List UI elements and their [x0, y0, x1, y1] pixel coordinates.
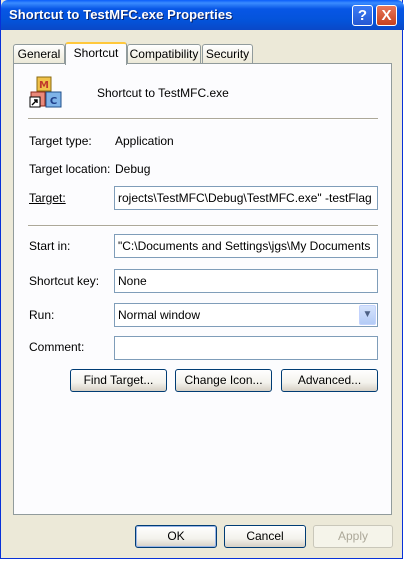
start-in-input[interactable]: "C:\Documents and Settings\jgs\My Docume…: [114, 234, 378, 258]
run-label: Run:: [29, 308, 55, 322]
apply-button[interactable]: Apply: [313, 525, 393, 548]
run-select-value: Normal window: [118, 308, 201, 322]
change-icon-button[interactable]: Change Icon...: [175, 369, 272, 392]
chevron-down-icon[interactable]: ▼: [359, 305, 376, 325]
target-input[interactable]: rojects\TestMFC\Debug\TestMFC.exe" -test…: [114, 186, 378, 210]
run-select[interactable]: Normal window ▼: [114, 303, 378, 327]
properties-dialog: Shortcut to TestMFC.exe Properties ? X G…: [0, 0, 404, 559]
close-button[interactable]: X: [376, 5, 397, 26]
window-title: Shortcut to TestMFC.exe Properties: [9, 7, 233, 22]
target-location-value: Debug: [115, 162, 151, 176]
shortcut-file-name: Shortcut to TestMFC.exe: [97, 86, 229, 100]
target-type-label: Target type:: [29, 134, 92, 148]
target-type-value: Application: [115, 134, 174, 148]
tab-shortcut[interactable]: Shortcut: [65, 42, 127, 65]
svg-text:C: C: [50, 96, 57, 107]
target-label: Target:: [29, 191, 66, 205]
mfc-application-icon: M C: [29, 76, 62, 108]
advanced-button[interactable]: Advanced...: [281, 369, 378, 392]
tab-security[interactable]: Security: [202, 44, 253, 63]
comment-label: Comment:: [29, 340, 85, 354]
separator-middle: [28, 225, 378, 227]
cancel-button[interactable]: Cancel: [224, 525, 306, 548]
target-label-text: Target:: [29, 191, 66, 205]
help-button[interactable]: ?: [352, 5, 373, 26]
title-bar[interactable]: Shortcut to TestMFC.exe Properties ? X: [1, 0, 404, 30]
separator-top: [28, 118, 378, 120]
target-location-label: Target location:: [29, 162, 111, 176]
start-in-label: Start in:: [29, 239, 71, 253]
ok-button[interactable]: OK: [135, 525, 217, 548]
shortcut-key-label: Shortcut key:: [29, 274, 100, 288]
tab-compatibility[interactable]: Compatibility: [127, 44, 201, 63]
comment-input[interactable]: [114, 336, 378, 360]
svg-text:M: M: [39, 80, 49, 91]
shortcut-key-input[interactable]: None: [114, 269, 378, 293]
find-target-button[interactable]: Find Target...: [70, 369, 167, 392]
tab-general[interactable]: General: [13, 44, 65, 63]
